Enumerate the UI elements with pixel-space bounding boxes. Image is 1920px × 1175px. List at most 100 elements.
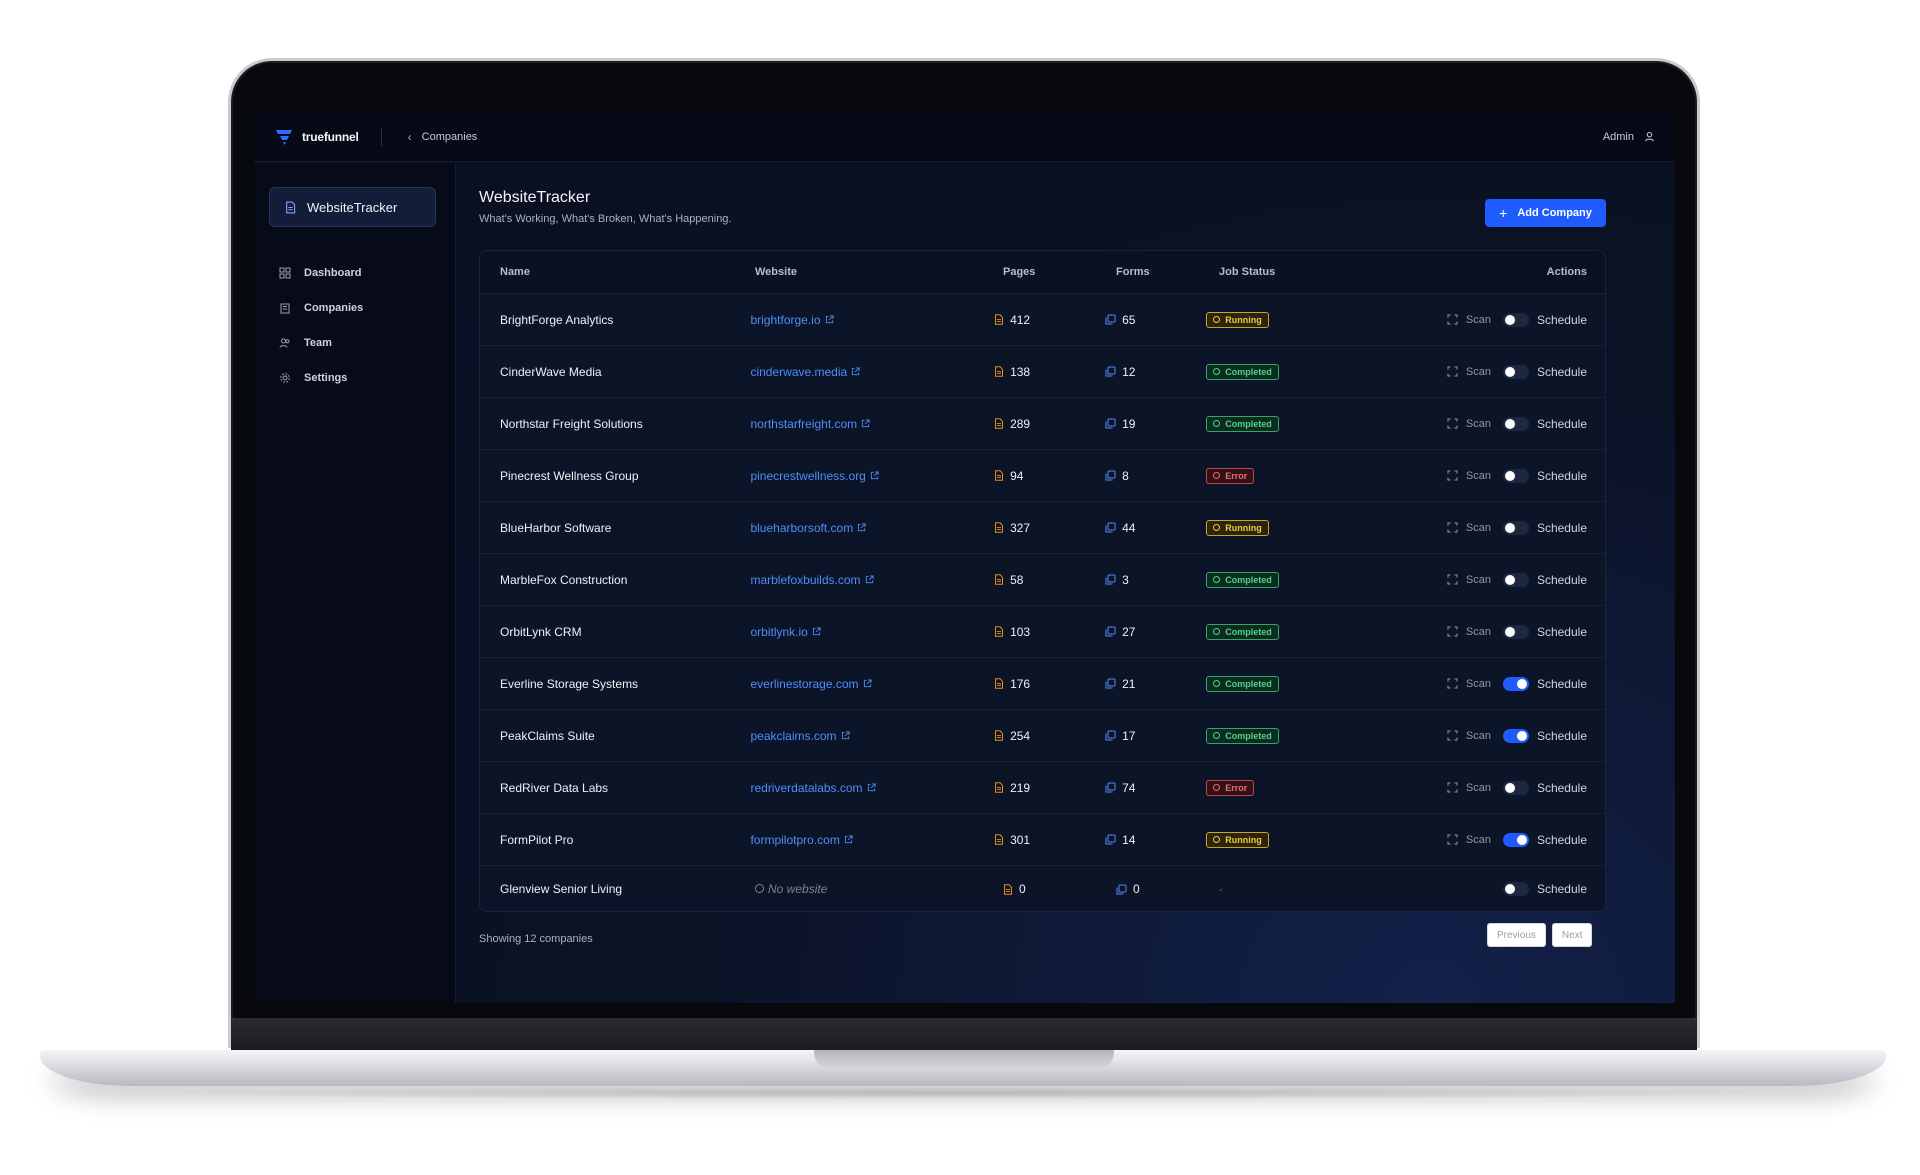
company-name[interactable]: CinderWave Media <box>480 365 750 379</box>
website-link[interactable]: redriverdatalabs.com <box>750 781 876 795</box>
user-menu[interactable]: Admin <box>1603 131 1655 143</box>
schedule-control[interactable]: Schedule <box>1502 882 1587 896</box>
company-name[interactable]: RedRiver Data Labs <box>480 781 750 795</box>
sidebar-item-settings[interactable]: Settings <box>279 360 363 395</box>
website-url[interactable]: northstarfreight.com <box>750 417 857 431</box>
schedule-toggle[interactable] <box>1502 364 1529 379</box>
company-name[interactable]: Everline Storage Systems <box>480 677 750 691</box>
sidebar-item-dashboard[interactable]: Dashboard <box>279 255 363 290</box>
table-row[interactable]: BrightForge Analytics brightforge.io 412 65… <box>480 294 1605 346</box>
table-row[interactable]: PeakClaims Suite peakclaims.com 254 17 Compl… <box>480 710 1605 762</box>
scan-button[interactable]: Scan <box>1447 470 1491 482</box>
company-name[interactable]: OrbitLynk CRM <box>480 625 750 639</box>
schedule-toggle[interactable] <box>1502 520 1529 535</box>
scan-button[interactable]: Scan <box>1447 314 1491 326</box>
schedule-toggle[interactable] <box>1502 572 1529 587</box>
company-name[interactable]: BlueHarbor Software <box>480 521 750 535</box>
company-name[interactable]: PeakClaims Suite <box>480 729 750 743</box>
website-url[interactable]: brightforge.io <box>750 313 820 327</box>
schedule-control[interactable]: Schedule <box>1502 416 1587 431</box>
breadcrumb[interactable]: ‹ Companies <box>408 130 478 144</box>
table-row[interactable]: MarbleFox Construction marblefoxbuilds.co… <box>480 554 1605 606</box>
website-link[interactable]: pinecrestwellness.org <box>750 469 879 483</box>
website-url[interactable]: redriverdatalabs.com <box>750 781 862 795</box>
table-row[interactable]: RedRiver Data Labs redriverdatalabs.com 21… <box>480 762 1605 814</box>
add-company-button[interactable]: + Add Company <box>1485 199 1606 227</box>
scan-button[interactable]: Scan <box>1447 574 1491 586</box>
schedule-control[interactable]: Schedule <box>1502 468 1587 483</box>
schedule-toggle[interactable] <box>1502 676 1529 691</box>
schedule-toggle[interactable] <box>1502 780 1529 795</box>
schedule-control[interactable]: Schedule <box>1502 832 1587 847</box>
table-row[interactable]: Pinecrest Wellness Group pinecrestwellnes… <box>480 450 1605 502</box>
previous-page-button[interactable]: Previous <box>1487 923 1546 947</box>
header-forms[interactable]: Forms <box>1116 266 1219 278</box>
schedule-control[interactable]: Schedule <box>1502 676 1587 691</box>
website-link[interactable]: peakclaims.com <box>750 729 850 743</box>
table-row[interactable]: Glenview Senior Living No website 0 0 - Sched… <box>480 866 1605 911</box>
header-website[interactable]: Website <box>755 266 1003 278</box>
scan-button[interactable]: Scan <box>1447 834 1491 846</box>
website-link[interactable]: northstarfreight.com <box>750 417 870 431</box>
website-url[interactable]: marblefoxbuilds.com <box>750 573 860 587</box>
user-icon[interactable] <box>1644 131 1655 142</box>
breadcrumb-label[interactable]: Companies <box>422 131 478 143</box>
logo[interactable]: truefunnel <box>274 127 359 147</box>
scan-button[interactable]: Scan <box>1447 730 1491 742</box>
website-url[interactable]: pinecrestwellness.org <box>750 469 865 483</box>
table-row[interactable]: FormPilot Pro formpilotpro.com 301 14 Runnin… <box>480 814 1605 866</box>
scan-button[interactable]: Scan <box>1447 418 1491 430</box>
company-name[interactable]: MarbleFox Construction <box>480 573 750 587</box>
website-url[interactable]: orbitlynk.io <box>750 625 807 639</box>
website-link[interactable]: formpilotpro.com <box>750 833 853 847</box>
scan-button[interactable]: Scan <box>1447 626 1491 638</box>
website-url[interactable]: everlinestorage.com <box>750 677 858 691</box>
table-row[interactable]: CinderWave Media cinderwave.media 138 12 Com… <box>480 346 1605 398</box>
table-row[interactable]: OrbitLynk CRM orbitlynk.io 103 27 Completed S… <box>480 606 1605 658</box>
company-name[interactable]: FormPilot Pro <box>480 833 750 847</box>
website-url[interactable]: blueharborsoft.com <box>750 521 853 535</box>
company-name[interactable]: Northstar Freight Solutions <box>480 417 750 431</box>
table-row[interactable]: Northstar Freight Solutions northstarfrei… <box>480 398 1605 450</box>
company-name[interactable]: BrightForge Analytics <box>480 313 750 327</box>
website-link[interactable]: orbitlynk.io <box>750 625 821 639</box>
header-name[interactable]: Name <box>480 266 755 278</box>
schedule-control[interactable]: Schedule <box>1502 572 1587 587</box>
sidebar-item-companies[interactable]: Companies <box>279 290 363 325</box>
next-page-button[interactable]: Next <box>1551 923 1593 947</box>
header-job-status[interactable]: Job Status <box>1219 266 1464 278</box>
scan-button[interactable]: Scan <box>1447 366 1491 378</box>
sidebar-item-team[interactable]: Team <box>279 325 363 360</box>
scan-button[interactable]: Scan <box>1447 522 1491 534</box>
user-name[interactable]: Admin <box>1603 131 1634 143</box>
schedule-toggle[interactable] <box>1502 468 1529 483</box>
header-pages[interactable]: Pages <box>1003 266 1116 278</box>
schedule-control[interactable]: Schedule <box>1502 624 1587 639</box>
schedule-control[interactable]: Schedule <box>1502 312 1587 327</box>
schedule-toggle[interactable] <box>1502 882 1529 896</box>
website-url[interactable]: peakclaims.com <box>750 729 836 743</box>
schedule-toggle[interactable] <box>1502 624 1529 639</box>
schedule-toggle[interactable] <box>1502 728 1529 743</box>
website-url[interactable]: formpilotpro.com <box>750 833 839 847</box>
schedule-control[interactable]: Schedule <box>1502 364 1587 379</box>
website-link[interactable]: cinderwave.media <box>750 365 860 379</box>
table-row[interactable]: Everline Storage Systems everlinestorage.… <box>480 658 1605 710</box>
schedule-toggle[interactable] <box>1502 312 1529 327</box>
schedule-toggle[interactable] <box>1502 416 1529 431</box>
company-name[interactable]: Glenview Senior Living <box>480 882 755 896</box>
website-link[interactable]: marblefoxbuilds.com <box>750 573 874 587</box>
scan-button[interactable]: Scan <box>1447 678 1491 690</box>
table-row[interactable]: BlueHarbor Software blueharborsoft.com 327… <box>480 502 1605 554</box>
company-name[interactable]: Pinecrest Wellness Group <box>480 469 750 483</box>
chevron-left-icon[interactable]: ‹ <box>408 130 412 144</box>
website-link[interactable]: blueharborsoft.com <box>750 521 866 535</box>
schedule-control[interactable]: Schedule <box>1502 520 1587 535</box>
website-link[interactable]: everlinestorage.com <box>750 677 872 691</box>
website-url[interactable]: cinderwave.media <box>750 365 847 379</box>
schedule-toggle[interactable] <box>1502 832 1529 847</box>
schedule-control[interactable]: Schedule <box>1502 780 1587 795</box>
scan-button[interactable]: Scan <box>1447 782 1491 794</box>
schedule-control[interactable]: Schedule <box>1502 728 1587 743</box>
website-link[interactable]: brightforge.io <box>750 313 834 327</box>
